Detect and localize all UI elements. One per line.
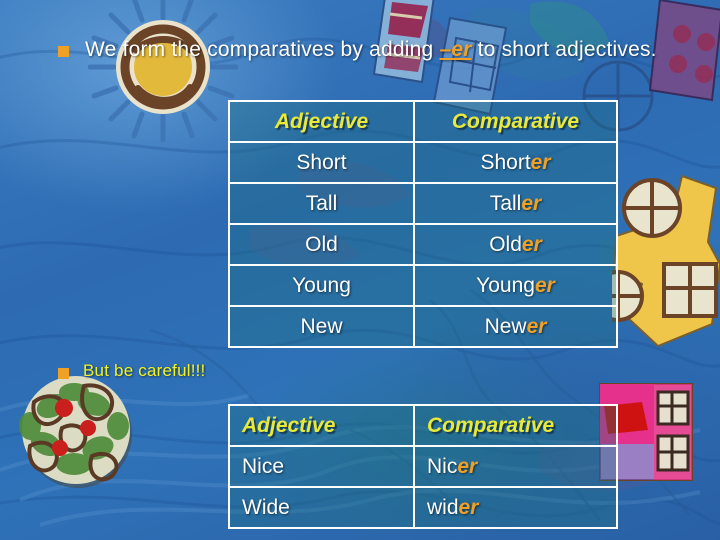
bullet-item-rule: We form the comparatives by adding –er t… — [58, 36, 668, 64]
cell-adjective: Old — [228, 223, 415, 266]
cell-comparative: Nicer — [413, 445, 618, 488]
comparative-stem: Nic — [427, 454, 458, 478]
comparative-stem: Tall — [489, 191, 522, 215]
bullet-item-warning: But be careful!!! — [58, 360, 458, 382]
cell-adjective: New — [228, 305, 415, 348]
slide-content: We form the comparatives by adding –er t… — [0, 0, 720, 540]
table-exceptions: Adjective Comparative Nice Nicer Wide wi… — [228, 404, 618, 529]
bullet-warning-text: But be careful!!! — [83, 361, 206, 380]
comparative-stem: New — [484, 314, 527, 338]
square-bullet-icon — [58, 46, 69, 57]
cell-adjective: Wide — [228, 486, 415, 529]
bullet-rule-text: We form the comparatives by adding –er t… — [85, 36, 657, 64]
column-header-adjective: Adjective — [228, 404, 415, 447]
cell-adjective: Nice — [228, 445, 415, 488]
comparative-suffix: er — [521, 232, 542, 256]
table-row: Old Older — [228, 223, 618, 266]
table-header-row: Adjective Comparative — [228, 100, 618, 143]
table-row: Young Younger — [228, 264, 618, 307]
column-header-adjective: Adjective — [228, 100, 415, 143]
table-row: Tall Taller — [228, 182, 618, 225]
comparative-stem: Short — [480, 150, 531, 174]
comparative-stem: Young — [476, 273, 535, 297]
table-row: Short Shorter — [228, 141, 618, 184]
column-header-comparative: Comparative — [413, 100, 618, 143]
table-row: Nice Nicer — [228, 445, 618, 488]
cell-comparative: Shorter — [413, 141, 618, 184]
cell-comparative: Older — [413, 223, 618, 266]
cell-adjective: Short — [228, 141, 415, 184]
table-header-row: Adjective Comparative — [228, 404, 618, 447]
square-bullet-icon — [58, 368, 69, 379]
table-comparatives: Adjective Comparative Short Shorter Tall… — [228, 100, 618, 348]
comparative-suffix: er — [457, 454, 478, 478]
cell-comparative: Younger — [413, 264, 618, 307]
table-row: Wide wider — [228, 486, 618, 529]
column-header-comparative: Comparative — [413, 404, 618, 447]
cell-comparative: Taller — [413, 182, 618, 225]
comparative-stem: wid — [427, 495, 459, 519]
cell-comparative: Newer — [413, 305, 618, 348]
comparative-suffix: er — [530, 150, 551, 174]
table-row: New Newer — [228, 305, 618, 348]
rule-text-after: to short adjectives. — [471, 38, 657, 61]
comparative-suffix: er — [458, 495, 479, 519]
comparative-suffix: er — [521, 191, 542, 215]
cell-comparative: wider — [413, 486, 618, 529]
rule-text-before: We form the comparatives by adding — [85, 38, 440, 61]
slide-canvas: We form the comparatives by adding –er t… — [0, 0, 720, 540]
comparative-suffix: er — [534, 273, 555, 297]
cell-adjective: Young — [228, 264, 415, 307]
cell-adjective: Tall — [228, 182, 415, 225]
comparative-suffix: er — [526, 314, 547, 338]
comparative-stem: Old — [489, 232, 522, 256]
er-suffix-emphasis: –er — [439, 38, 472, 61]
